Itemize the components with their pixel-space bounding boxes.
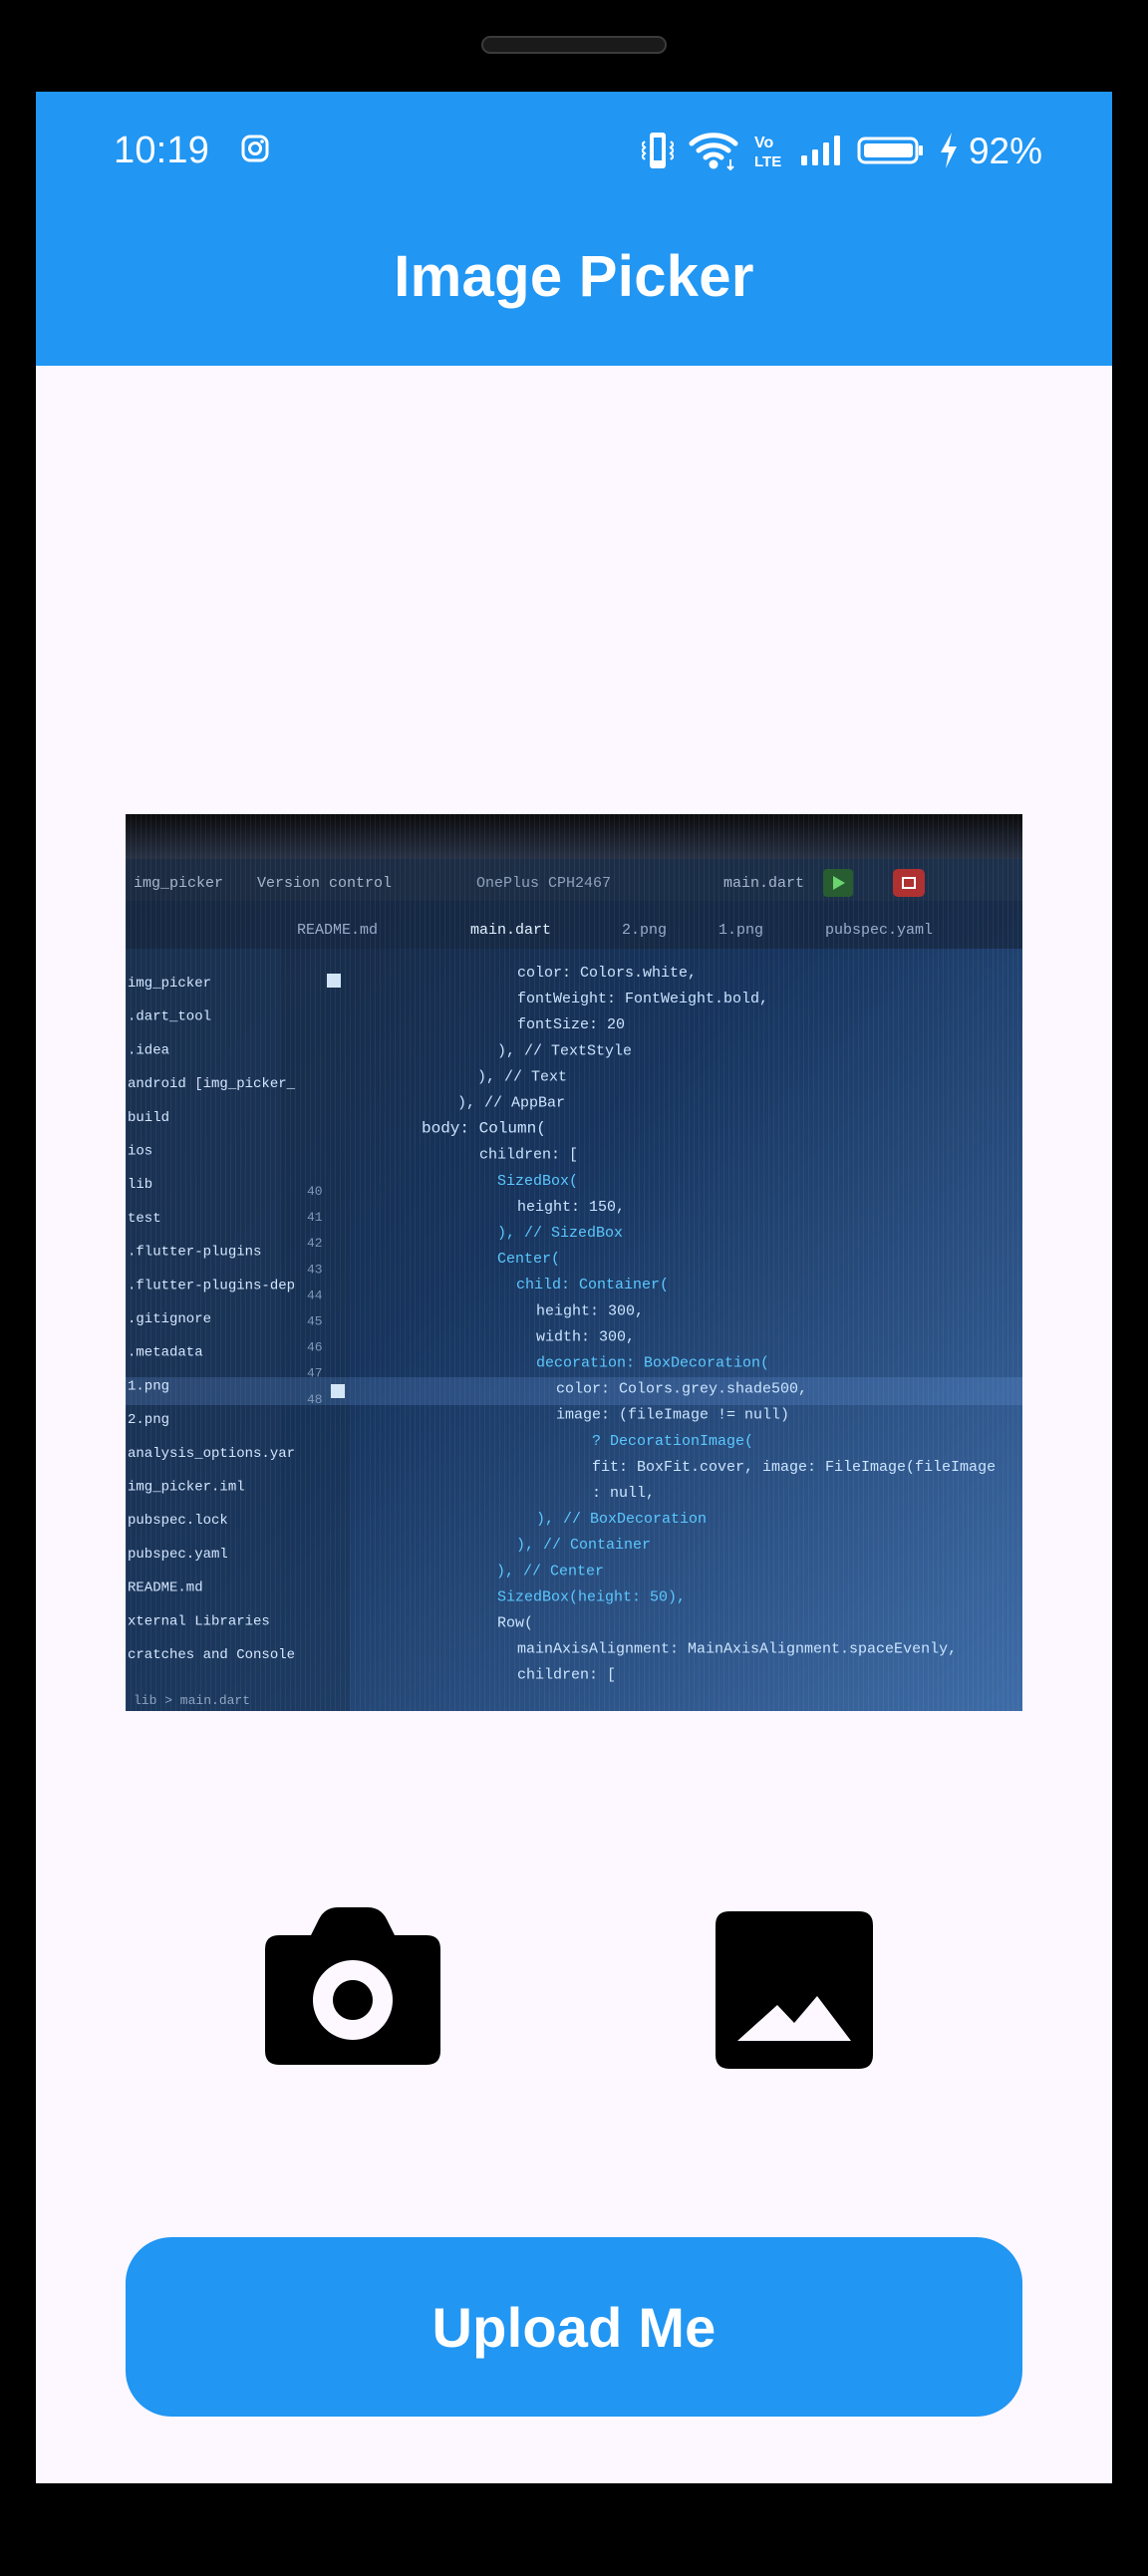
gallery-button[interactable] bbox=[716, 1911, 873, 2069]
upload-button-label: Upload Me bbox=[431, 2295, 717, 2359]
file-tree-item: 1.png bbox=[128, 1378, 169, 1394]
battery-icon bbox=[857, 137, 923, 164]
battery-percent: 92% bbox=[968, 130, 1042, 171]
line-number: 48 bbox=[307, 1392, 323, 1407]
svg-text:LTE: LTE bbox=[754, 153, 781, 170]
file-tree-item: build bbox=[128, 1110, 169, 1126]
code-line: Row( bbox=[497, 1615, 533, 1632]
instagram-icon bbox=[241, 135, 269, 162]
file-tree-item: .metadata bbox=[128, 1345, 203, 1361]
file-tree-item: 2.png bbox=[128, 1412, 169, 1428]
code-line: ), // SizedBox bbox=[497, 1225, 623, 1242]
camera-button[interactable] bbox=[263, 1905, 442, 2065]
line-number: 43 bbox=[307, 1262, 323, 1277]
file-tree-item: cratches and Console bbox=[128, 1647, 295, 1663]
ide-breadcrumb: lib > main.dart bbox=[134, 1693, 250, 1708]
code-line: width: 300, bbox=[536, 1328, 635, 1345]
line-number: 44 bbox=[307, 1288, 323, 1302]
code-line: children: [ bbox=[479, 1147, 578, 1164]
status-time: 10:19 bbox=[114, 130, 210, 171]
ide-project-label: img_picker bbox=[134, 875, 223, 892]
code-line: Center( bbox=[497, 1251, 560, 1268]
line-number: 40 bbox=[307, 1184, 323, 1199]
ide-vcs-label: Version control bbox=[257, 875, 392, 892]
code-line: body: Column( bbox=[422, 1120, 546, 1138]
file-tree-item: img_picker.iml bbox=[128, 1480, 245, 1496]
vibrate-icon bbox=[641, 133, 674, 168]
code-line: : null, bbox=[592, 1485, 655, 1502]
code-line: mainAxisAlignment: MainAxisAlignment.spa… bbox=[517, 1641, 957, 1658]
code-line: child: Container( bbox=[516, 1277, 669, 1293]
ide-tab: 1.png bbox=[718, 922, 763, 939]
file-tree-item: .idea bbox=[128, 1042, 169, 1058]
code-line: ? DecorationImage( bbox=[592, 1433, 753, 1450]
code-line: image: (fileImage != null) bbox=[556, 1407, 789, 1424]
code-line: children: [ bbox=[517, 1667, 616, 1684]
status-icons: Vo LTE 92% bbox=[641, 130, 1042, 171]
code-line: ), // BoxDecoration bbox=[536, 1511, 707, 1528]
wifi-icon bbox=[689, 133, 738, 171]
line-number: 42 bbox=[307, 1236, 323, 1251]
code-line: ), // Center bbox=[496, 1563, 604, 1579]
ide-photo: img_picker Version control OnePlus CPH24… bbox=[126, 814, 1022, 1711]
file-tree-item: pubspec.yaml bbox=[128, 1547, 228, 1563]
bottom-bezel bbox=[36, 2483, 1112, 2576]
ide-tab: 2.png bbox=[622, 922, 667, 939]
app-bar: 10:19 Vo LTE 92% Image Picker bbox=[36, 92, 1112, 366]
phone-frame: 10:19 Vo LTE 92% Image Picker img_picker… bbox=[0, 0, 1148, 2576]
code-line: height: 300, bbox=[536, 1302, 644, 1319]
code-line: decoration: BoxDecoration( bbox=[536, 1355, 769, 1372]
picked-image-preview: img_picker Version control OnePlus CPH24… bbox=[126, 814, 1022, 1711]
line-number: 41 bbox=[307, 1210, 323, 1225]
code-line: color: Colors.grey.shade500, bbox=[556, 1381, 807, 1398]
file-tree-item: ios bbox=[128, 1144, 152, 1160]
code-line: ), // Text bbox=[477, 1068, 567, 1085]
file-tree-item: .flutter-plugins-dep bbox=[128, 1278, 295, 1293]
code-line: SizedBox(height: 50), bbox=[497, 1588, 686, 1605]
file-tree-item: test bbox=[128, 1211, 161, 1227]
svg-text:Vo: Vo bbox=[754, 135, 773, 151]
code-line: fontWeight: FontWeight.bold, bbox=[517, 991, 768, 1007]
charging-icon bbox=[940, 133, 957, 168]
file-tree-item: analysis_options.yar bbox=[128, 1446, 295, 1462]
file-tree-item: README.md bbox=[128, 1580, 203, 1596]
file-tree-item: img_picker bbox=[128, 976, 211, 992]
file-tree-item: pubspec.lock bbox=[128, 1513, 228, 1529]
file-tree-item: .flutter-plugins bbox=[128, 1245, 261, 1261]
line-number: 46 bbox=[307, 1340, 323, 1355]
code-line: ), // TextStyle bbox=[497, 1042, 632, 1059]
file-tree-item: lib bbox=[128, 1177, 152, 1193]
code-line: fit: BoxFit.cover, image: FileImage(file… bbox=[592, 1459, 996, 1476]
ide-device-label: OnePlus CPH2467 bbox=[476, 875, 611, 892]
code-line: color: Colors.white, bbox=[517, 965, 697, 982]
ide-tab: pubspec.yaml bbox=[825, 922, 933, 939]
ide-tab: main.dart bbox=[470, 922, 551, 939]
page-title: Image Picker bbox=[394, 244, 754, 309]
file-tree-item: xternal Libraries bbox=[128, 1613, 270, 1629]
code-line: SizedBox( bbox=[497, 1173, 578, 1190]
volte-icon: Vo LTE bbox=[754, 135, 781, 170]
code-line: ), // Container bbox=[516, 1537, 651, 1554]
app-screen: 10:19 Vo LTE 92% Image Picker img_picker… bbox=[36, 92, 1112, 2483]
file-tree-item: .dart_tool bbox=[128, 1009, 211, 1025]
upload-button[interactable]: Upload Me bbox=[126, 2237, 1022, 2417]
code-line: ), // AppBar bbox=[457, 1095, 565, 1112]
file-tree-item: .gitignore bbox=[128, 1311, 211, 1327]
image-icon bbox=[716, 1911, 873, 2069]
signal-icon bbox=[800, 136, 840, 165]
ide-tab: README.md bbox=[297, 922, 378, 939]
ide-run-config-label: main.dart bbox=[723, 875, 804, 892]
earpiece-speaker bbox=[481, 36, 667, 54]
code-line: fontSize: 20 bbox=[517, 1016, 625, 1033]
line-number: 47 bbox=[307, 1366, 323, 1381]
file-tree-item: android [img_picker_ bbox=[128, 1076, 296, 1092]
line-number: 45 bbox=[307, 1314, 323, 1329]
camera-icon bbox=[265, 1907, 440, 2065]
status-bar: 10:19 Vo LTE 92% bbox=[36, 92, 1112, 221]
code-line: height: 150, bbox=[517, 1199, 625, 1216]
